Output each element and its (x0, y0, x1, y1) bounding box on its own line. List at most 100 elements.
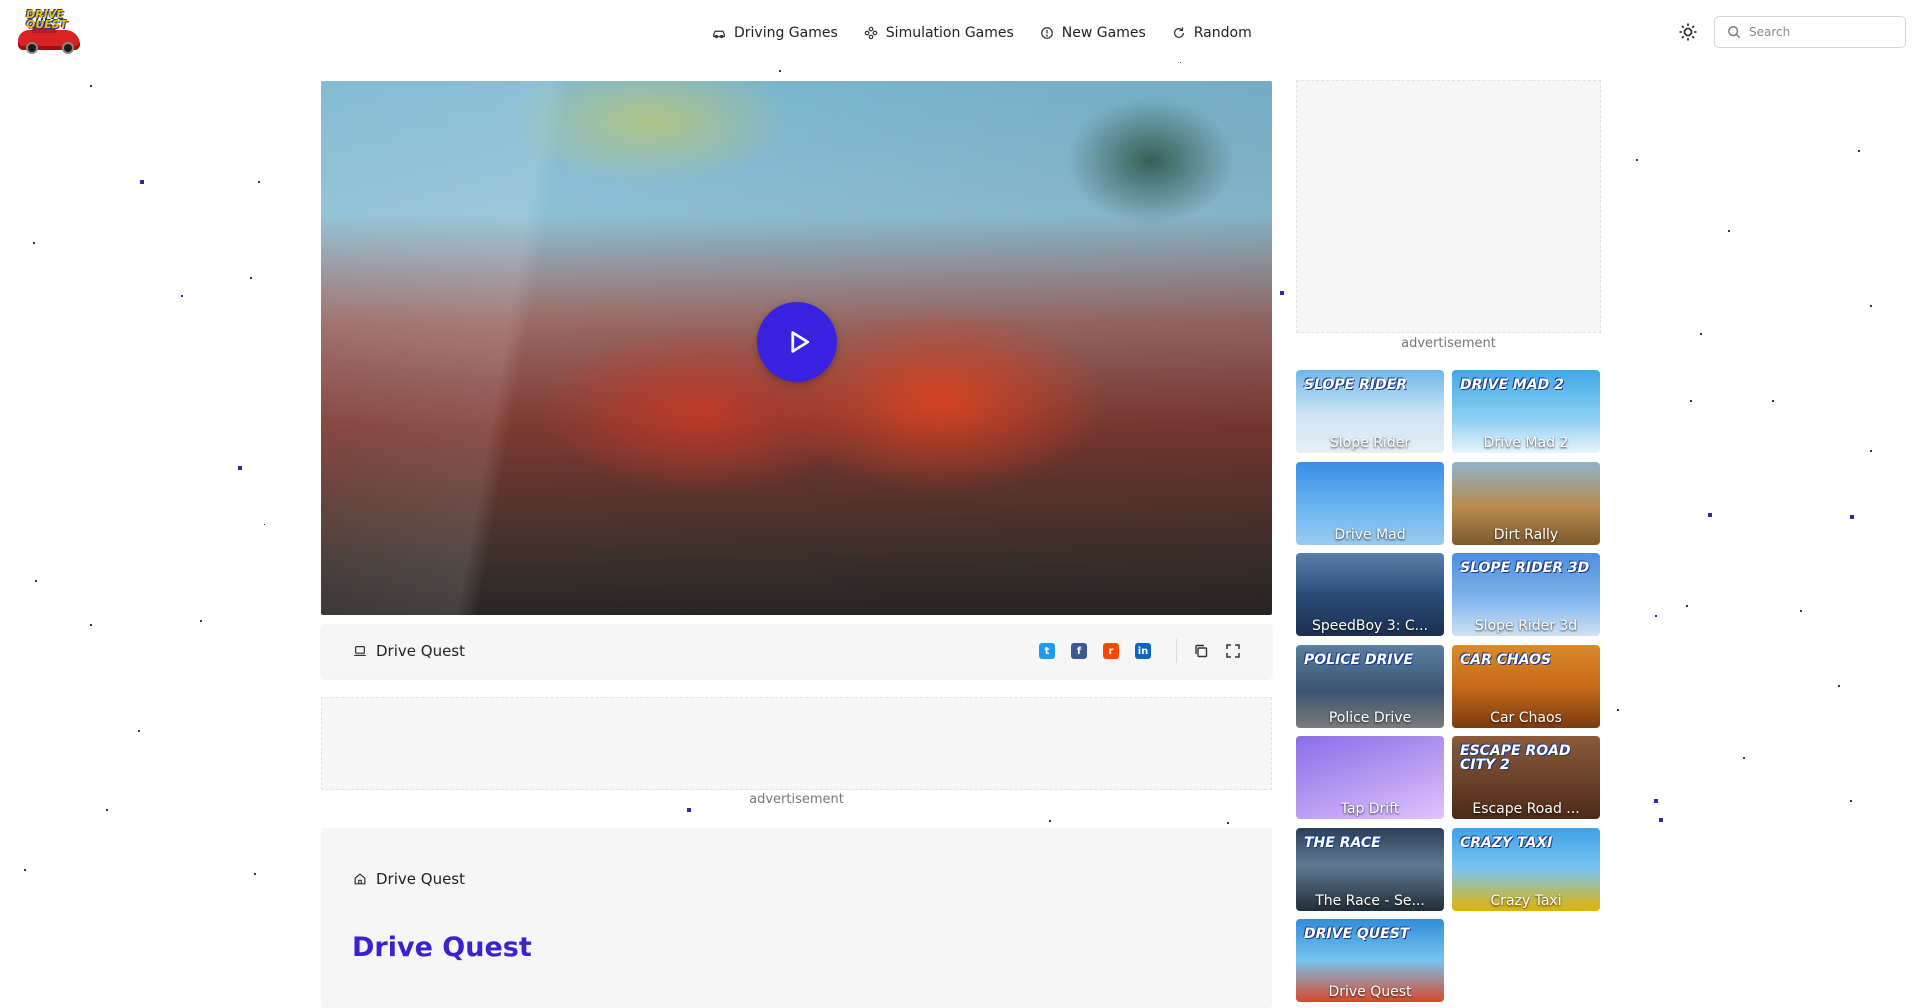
linkedin-icon[interactable]: in (1135, 643, 1151, 659)
particle-dot (1838, 685, 1840, 687)
particle-dot (1728, 230, 1730, 232)
ad-label-sidebar: advertisement (1401, 336, 1496, 351)
clock-icon (1040, 27, 1053, 39)
game-tile-label: Drive Mad (1334, 526, 1406, 543)
game-tile[interactable]: Tap Drift (1296, 736, 1444, 819)
particle-dot (238, 466, 242, 470)
particle-dot (1227, 822, 1229, 824)
particle-dot (264, 524, 265, 525)
nav-new-games[interactable]: New Games (1040, 25, 1146, 41)
particle-dot (33, 242, 35, 244)
search-box[interactable] (1714, 16, 1906, 48)
game-tile-label: Crazy Taxi (1490, 892, 1562, 909)
home-icon (354, 873, 366, 885)
game-description-card: Drive Quest Drive Quest (321, 828, 1272, 1008)
game-thumbnail-art: THE RACE (1304, 834, 1381, 851)
particle-dot (1280, 291, 1284, 295)
fullscreen-icon[interactable] (1225, 643, 1241, 659)
particle-dot (1870, 450, 1872, 452)
ad-label-middle: advertisement (749, 792, 844, 807)
sun-icon (1679, 23, 1697, 41)
particle-dot (35, 580, 37, 582)
particle-dot (1850, 800, 1852, 802)
breadcrumb[interactable]: Drive Quest (353, 870, 465, 888)
nav-random[interactable]: Random (1172, 25, 1252, 41)
particle-dot (1708, 513, 1712, 517)
game-tile-label: Car Chaos (1490, 709, 1562, 726)
game-tile[interactable]: SLOPE RIDER 3D Slope Rider 3d (1452, 553, 1600, 636)
ad-slot-middle (321, 697, 1272, 790)
site-logo[interactable]: DRIVE QUEST (16, 8, 82, 54)
particle-dot (687, 808, 691, 812)
game-tile[interactable]: Drive Mad (1296, 461, 1444, 545)
particle-dot (181, 295, 183, 297)
main-nav: Driving Games Simulation Games New Games… (712, 22, 1252, 44)
particle-dot (254, 873, 256, 875)
game-tile-label: Escape Road ... (1472, 801, 1580, 817)
game-tile[interactable]: SpeedBoy 3: C... (1296, 553, 1444, 636)
share-buttons: t f r in (1039, 643, 1151, 659)
twitter-icon[interactable]: t (1039, 643, 1055, 659)
nav-driving-games[interactable]: Driving Games (712, 25, 838, 41)
particle-dot (1772, 400, 1774, 402)
game-tile[interactable]: SLOPE RIDER Slope Rider (1296, 370, 1444, 453)
site-header: DRIVE QUEST Driving Games Simulation Gam… (0, 0, 1920, 66)
nav-label: Random (1193, 25, 1252, 41)
game-player[interactable] (321, 81, 1272, 615)
game-tile-label: Police Drive (1328, 709, 1412, 726)
toolbar-divider (1176, 639, 1177, 663)
game-tile[interactable]: Dirt Rally (1452, 461, 1600, 545)
game-tile-label: SpeedBoy 3: C... (1312, 618, 1428, 634)
laptop-icon (354, 646, 366, 656)
game-tile-label: Drive Quest (1328, 984, 1412, 1000)
game-tile-label: Tap Drift (1340, 801, 1400, 817)
particle-dot (1850, 515, 1854, 519)
particle-dot (250, 277, 252, 279)
particle-dot (1654, 799, 1658, 803)
nav-label: Driving Games (734, 25, 838, 41)
particle-dot (1686, 605, 1688, 607)
game-tile-label: The Race - Se... (1315, 892, 1425, 909)
game-thumbnail-art: SLOPE RIDER 3D (1460, 560, 1590, 576)
facebook-icon[interactable]: f (1071, 643, 1087, 659)
logo-text: DRIVE QUEST (26, 8, 68, 31)
car-icon (713, 30, 725, 39)
particle-dot (1690, 400, 1692, 402)
particle-dot (106, 809, 108, 811)
game-tile-label: Slope Rider 3d (1474, 618, 1578, 634)
particle-dot (779, 70, 781, 72)
game-tile[interactable]: DRIVE MAD 2 Drive Mad 2 (1452, 370, 1600, 453)
nav-label: Simulation Games (885, 25, 1014, 41)
reddit-icon[interactable]: r (1103, 643, 1119, 659)
game-thumbnail-art: ESCAPE ROAD CITY 2 (1460, 743, 1571, 773)
search-input[interactable] (1749, 25, 1899, 39)
game-thumbnail-art: POLICE DRIVE (1304, 651, 1414, 668)
page-title: Drive Quest (352, 932, 532, 963)
ad-slot-sidebar (1296, 80, 1601, 333)
nav-simulation-games[interactable]: Simulation Games (864, 25, 1014, 41)
particle-dot (90, 85, 92, 87)
game-tile[interactable]: CRAZY TAXI Crazy Taxi (1452, 827, 1600, 911)
particle-dot (1636, 159, 1638, 161)
particle-dot (1659, 818, 1663, 822)
game-tile[interactable]: ESCAPE ROAD CITY 2 Escape Road ... (1452, 736, 1600, 819)
particle-dot (140, 180, 144, 184)
game-tile[interactable]: CAR CHAOS Car Chaos (1452, 644, 1600, 728)
game-tile[interactable]: THE RACE The Race - Se... (1296, 827, 1444, 911)
copy-icon[interactable] (1193, 643, 1209, 659)
particle-dot (1870, 305, 1872, 307)
game-tile[interactable]: POLICE DRIVE Police Drive (1296, 644, 1444, 728)
play-button[interactable] (757, 302, 837, 382)
game-thumbnail-art: CRAZY TAXI (1460, 834, 1553, 851)
theme-toggle-button[interactable] (1678, 22, 1698, 42)
particle-dot (200, 620, 202, 622)
particle-dot (1700, 333, 1702, 335)
particle-dot (24, 869, 26, 871)
game-thumbnail-art: CAR CHAOS (1460, 651, 1552, 668)
game-thumbnail-art: SLOPE RIDER (1304, 377, 1408, 393)
particle-dot (1858, 150, 1860, 152)
gamepad-icon (864, 26, 878, 40)
particle-dot (1743, 757, 1745, 759)
game-tile[interactable]: DRIVE QUEST Drive Quest (1296, 919, 1444, 1002)
search-icon (1728, 26, 1741, 39)
